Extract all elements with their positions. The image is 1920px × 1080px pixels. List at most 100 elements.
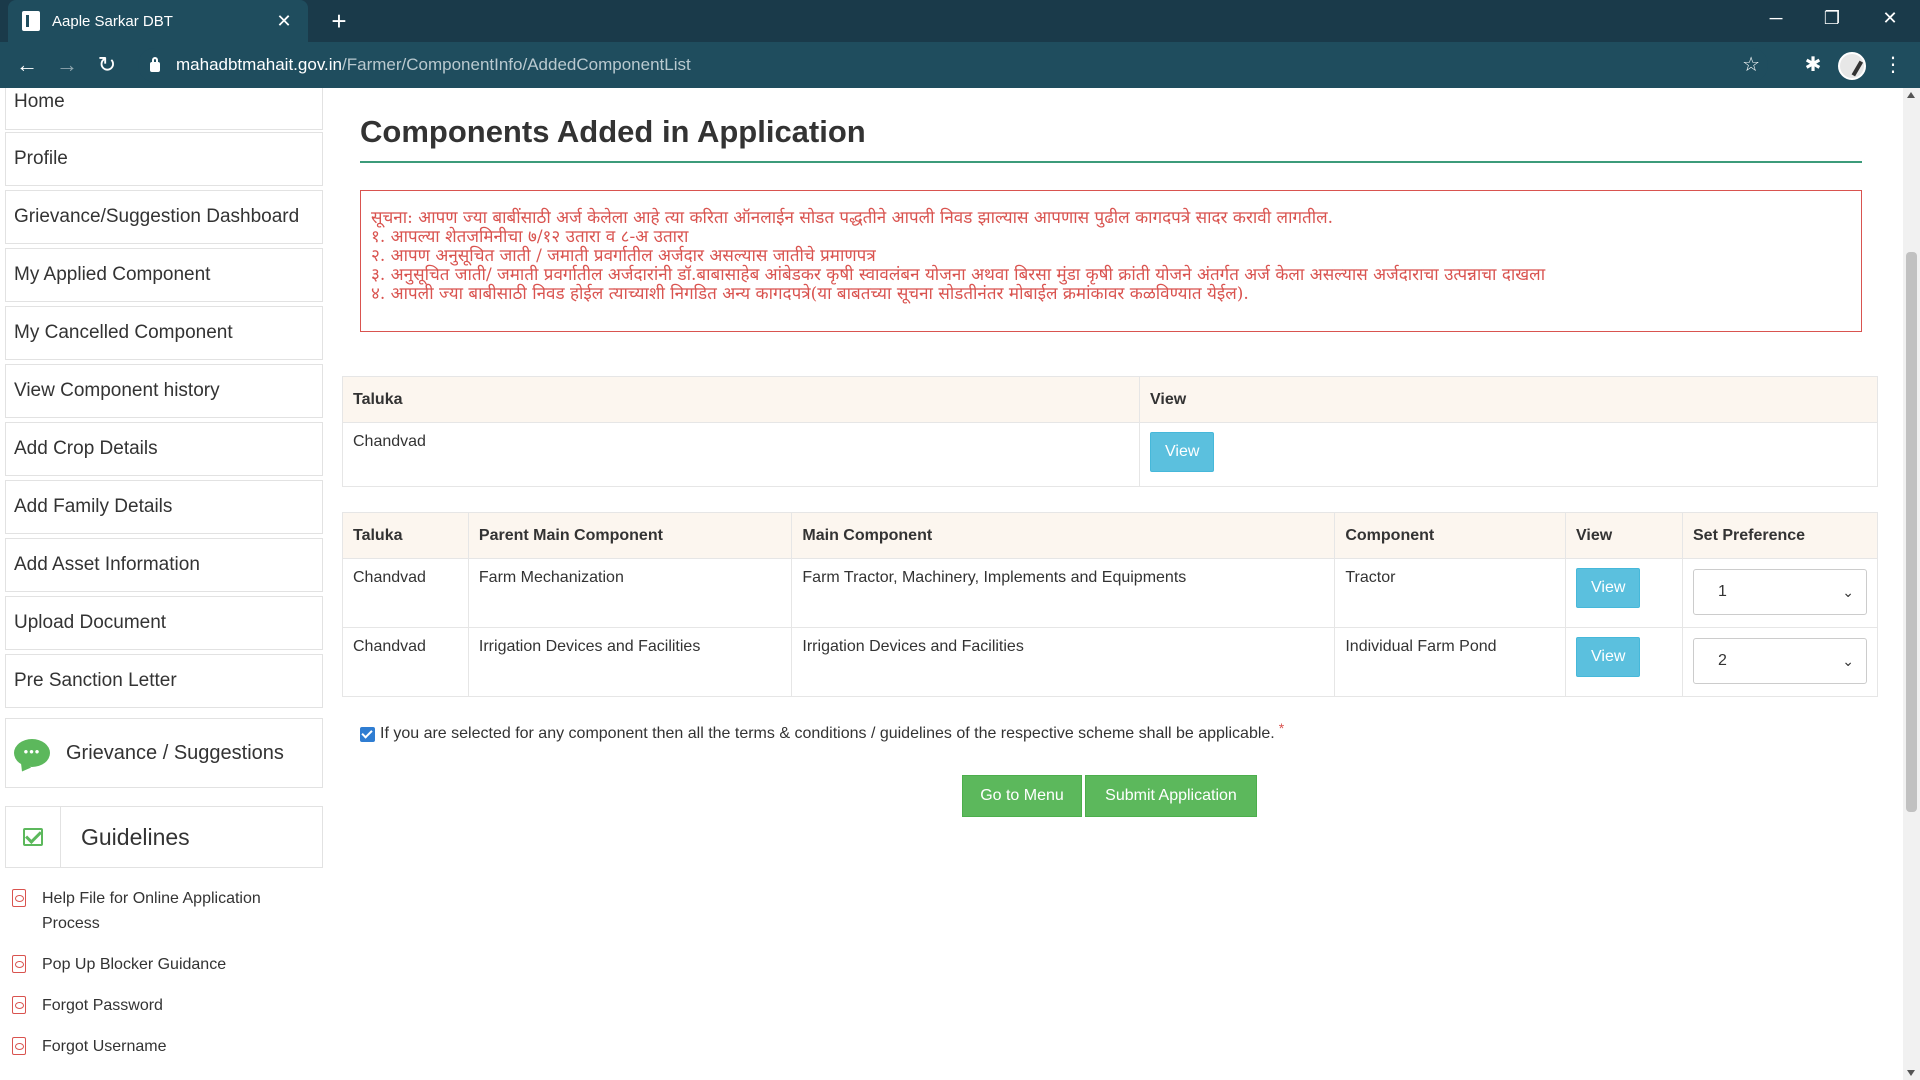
component-cell: Individual Farm Pond	[1334, 627, 1567, 697]
submit-application-button[interactable]: Submit Application	[1085, 775, 1257, 817]
view-taluka-button[interactable]: View	[1150, 432, 1215, 472]
guideline-link-label: Forgot Username	[42, 1038, 167, 1055]
guideline-link-label: Forgot Password	[42, 997, 163, 1014]
column-header: View	[1139, 376, 1878, 423]
sidebar-item-component-history[interactable]: View Component history	[5, 364, 323, 418]
go-to-menu-button[interactable]: Go to Menu	[962, 775, 1082, 817]
column-header: Parent Main Component	[467, 512, 793, 559]
required-marker: *	[1278, 720, 1285, 736]
preference-value: 2	[1718, 652, 1727, 669]
scrollbar-thumb[interactable]	[1906, 252, 1917, 812]
notice-line: सूचना: आपण ज्या बाबींसाठी अर्ज केलेला आह…	[371, 208, 1334, 228]
browser-tab-strip: Aaple Sarkar DBT ✕ + ─ ❐ ✕	[0, 0, 1920, 42]
page-favicon-icon	[22, 11, 40, 31]
grievance-suggestions-link[interactable]: Grievance / Suggestions	[5, 718, 323, 788]
chat-bubble-icon	[14, 739, 50, 767]
page-title: Components Added in Application	[360, 114, 866, 149]
main-component-cell: Farm Tractor, Machinery, Implements and …	[791, 558, 1336, 628]
sidebar-item-my-applied-component[interactable]: My Applied Component	[5, 248, 323, 302]
browser-tab[interactable]: Aaple Sarkar DBT ✕	[8, 0, 308, 42]
column-header: Main Component	[791, 512, 1336, 559]
new-tab-button[interactable]: +	[324, 6, 354, 36]
column-header: Set Preference	[1682, 512, 1878, 559]
table-header-row: Taluka Parent Main Component Main Compon…	[342, 512, 1878, 559]
taluka-table: Taluka View Chandvad View	[342, 376, 1878, 487]
taluka-cell: Chandvad	[342, 422, 1140, 487]
sidebar-item-pre-sanction-letter[interactable]: Pre Sanction Letter	[5, 654, 323, 708]
chevron-down-icon: ⌄	[1842, 583, 1854, 600]
notice-line: १. आपल्या शेतजमिनीचा ७/१२ उतारा व ८-अ उत…	[371, 227, 689, 247]
table-row: Chandvad Farm Mechanization Farm Tractor…	[342, 558, 1878, 628]
extensions-puzzle-icon[interactable]: ✱	[1798, 50, 1828, 80]
column-header: View	[1565, 512, 1683, 559]
reload-button[interactable]: ↻	[92, 50, 122, 80]
pdf-icon	[12, 955, 26, 973]
chevron-down-icon: ⌄	[1842, 652, 1854, 669]
url-host: mahadbtmahait.gov.in	[176, 55, 343, 74]
guideline-link-forgot-username[interactable]: Forgot Username	[12, 1034, 312, 1059]
sidebar-item-home[interactable]: Home	[5, 88, 323, 130]
components-table: Taluka Parent Main Component Main Compon…	[342, 512, 1878, 697]
sidebar-item-grievance-dashboard[interactable]: Grievance/Suggestion Dashboard	[5, 190, 323, 244]
column-header: Taluka	[342, 512, 469, 559]
window-close-button[interactable]: ✕	[1862, 0, 1918, 36]
grievance-label: Grievance / Suggestions	[66, 741, 284, 764]
title-divider	[360, 161, 1862, 163]
preference-value: 1	[1718, 583, 1727, 600]
view-component-button[interactable]: View	[1576, 568, 1641, 608]
sidebar-item-upload-document[interactable]: Upload Document	[5, 596, 323, 650]
page-viewport: Home Profile Grievance/Suggestion Dashbo…	[0, 88, 1920, 1080]
address-bar[interactable]: mahadbtmahait.gov.in/Farmer/ComponentInf…	[138, 48, 1768, 82]
guidelines-icon-cell	[6, 807, 61, 867]
tab-close-icon[interactable]: ✕	[274, 11, 294, 32]
column-header: Taluka	[342, 376, 1140, 423]
guideline-link-label: Pop Up Blocker Guidance	[42, 956, 227, 973]
table-header-row: Taluka View	[342, 376, 1878, 423]
component-cell: Tractor	[1334, 558, 1567, 628]
url-path: /Farmer/ComponentInfo/AddedComponentList	[342, 55, 691, 74]
checkbox-check-icon	[23, 828, 43, 846]
sidebar: Home Profile Grievance/Suggestion Dashbo…	[0, 88, 324, 1080]
column-header: Component	[1334, 512, 1567, 559]
terms-text: If you are selected for any component th…	[380, 725, 1275, 742]
tab-title: Aaple Sarkar DBT	[52, 12, 173, 30]
sidebar-item-add-crop-details[interactable]: Add Crop Details	[5, 422, 323, 476]
taluka-cell: Chandvad	[342, 627, 469, 697]
table-row: Chandvad Irrigation Devices and Faciliti…	[342, 627, 1878, 697]
guideline-link-popup-blocker[interactable]: Pop Up Blocker Guidance	[12, 952, 312, 977]
sidebar-item-add-asset-information[interactable]: Add Asset Information	[5, 538, 323, 592]
lock-icon	[150, 57, 160, 72]
main-component-cell: Irrigation Devices and Facilities	[791, 627, 1336, 697]
browser-toolbar: ← → ↻ mahadbtmahait.gov.in/Farmer/Compon…	[0, 42, 1920, 88]
parent-component-cell: Irrigation Devices and Facilities	[467, 627, 793, 697]
restore-button[interactable]: ❐	[1804, 0, 1860, 36]
back-button[interactable]: ←	[12, 50, 42, 80]
scroll-down-arrow-icon[interactable]	[1907, 1070, 1915, 1076]
terms-row: If you are selected for any component th…	[360, 720, 1284, 743]
preference-select[interactable]: 2 ⌄	[1693, 638, 1867, 684]
notice-line: ३. अनुसूचित जाती/ जमाती प्रवर्गातील अर्ज…	[371, 265, 1546, 285]
view-component-button[interactable]: View	[1576, 637, 1641, 677]
scroll-up-arrow-icon[interactable]	[1907, 92, 1915, 98]
guideline-link-help-file[interactable]: Help File for Online Application Process	[12, 886, 312, 936]
pdf-icon	[12, 996, 26, 1014]
guideline-link-forgot-password[interactable]: Forgot Password	[12, 993, 312, 1018]
sidebar-item-add-family-details[interactable]: Add Family Details	[5, 480, 323, 534]
pdf-icon	[12, 889, 26, 907]
table-row: Chandvad View	[342, 422, 1878, 487]
sidebar-item-my-cancelled-component[interactable]: My Cancelled Component	[5, 306, 323, 360]
terms-checkbox[interactable]	[360, 726, 375, 742]
pdf-icon	[12, 1037, 26, 1055]
guidelines-header: Guidelines	[5, 806, 323, 868]
browser-menu-icon[interactable]: ⋮	[1880, 50, 1906, 80]
profile-avatar[interactable]	[1838, 52, 1866, 80]
preference-select[interactable]: 1 ⌄	[1693, 569, 1867, 615]
page-scrollbar[interactable]	[1903, 88, 1920, 1080]
minimize-button[interactable]: ─	[1748, 0, 1804, 36]
bookmark-star-icon[interactable]: ☆	[1742, 52, 1760, 77]
taluka-cell: Chandvad	[342, 558, 469, 628]
forward-button[interactable]: →	[52, 50, 82, 80]
notice-line: २. आपण अनुसूचित जाती / जमाती प्रवर्गातील…	[371, 246, 876, 266]
sidebar-item-profile[interactable]: Profile	[5, 132, 323, 186]
main-content: Components Added in Application सूचना: आ…	[340, 88, 1895, 1080]
